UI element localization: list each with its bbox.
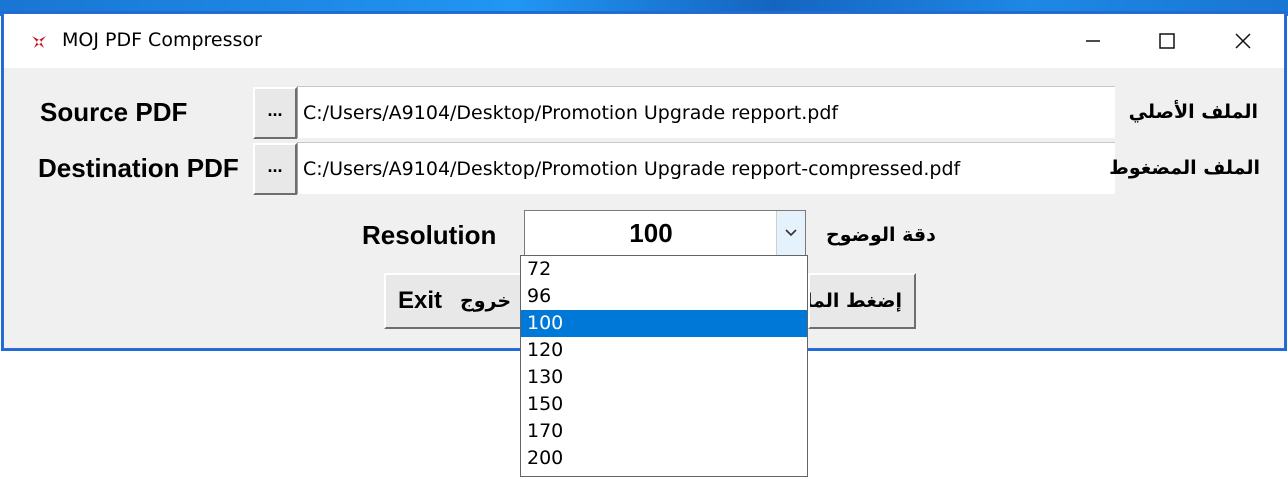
- destination-label: Destination PDF: [38, 153, 239, 183]
- resolution-option[interactable]: 170: [521, 418, 807, 445]
- resolution-option[interactable]: 120: [521, 337, 807, 364]
- minimize-icon: [1086, 40, 1100, 42]
- exit-button[interactable]: Exit خروج: [384, 273, 526, 329]
- resolution-option[interactable]: 96: [521, 283, 807, 310]
- destination-path-input[interactable]: C:/Users/A9104/Desktop/Promotion Upgrade…: [297, 142, 1115, 194]
- destination-label-arabic: الملف المضغوط: [1109, 157, 1260, 179]
- resolution-label-arabic: دقة الوضوح: [826, 224, 936, 246]
- resolution-dropdown-toggle[interactable]: [776, 211, 805, 255]
- window-title: MOJ PDF Compressor: [62, 29, 262, 51]
- source-path-input[interactable]: C:/Users/A9104/Desktop/Promotion Upgrade…: [297, 86, 1115, 138]
- app-icon: [32, 36, 46, 48]
- source-label-arabic: الملف الأصلي: [1128, 101, 1258, 123]
- exit-button-label: Exit: [398, 287, 443, 314]
- resolution-options-list[interactable]: 72 96 100 120 130 150 170 200: [520, 255, 808, 477]
- chevron-down-icon: [785, 229, 797, 237]
- compress-button-label-arabic: إضغط الملف: [810, 290, 902, 312]
- resolution-option[interactable]: 100: [521, 310, 807, 337]
- close-icon: [1235, 33, 1251, 49]
- exit-button-label-arabic: خروج: [460, 290, 512, 312]
- resolution-option[interactable]: 130: [521, 364, 807, 391]
- resolution-selected-value: 100: [629, 217, 673, 248]
- source-browse-button[interactable]: ...: [253, 87, 297, 139]
- resolution-option[interactable]: 150: [521, 391, 807, 418]
- compress-button[interactable]: إضغط الملف: [808, 273, 916, 329]
- resolution-select[interactable]: 100: [524, 210, 806, 256]
- close-button[interactable]: [1208, 14, 1278, 68]
- maximize-icon: [1159, 33, 1175, 49]
- destination-browse-button[interactable]: ...: [253, 143, 297, 195]
- resolution-label: Resolution: [362, 220, 497, 250]
- source-label: Source PDF: [40, 97, 188, 127]
- resolution-option[interactable]: 200: [521, 445, 807, 472]
- title-bar[interactable]: MOJ PDF Compressor: [4, 14, 1284, 68]
- maximize-button[interactable]: [1132, 14, 1202, 68]
- resolution-option[interactable]: 72: [521, 256, 807, 283]
- minimize-button[interactable]: [1058, 14, 1128, 68]
